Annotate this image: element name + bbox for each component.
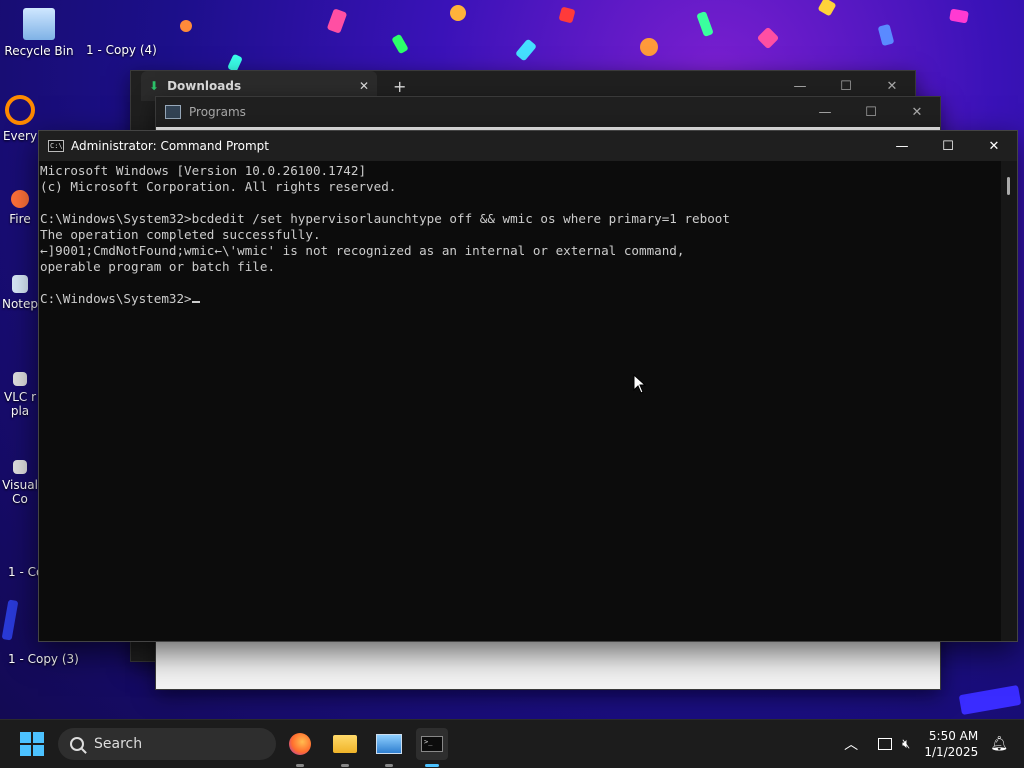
notepad-icon <box>12 275 28 293</box>
taskbar: Search >_ ︿ 🔇︎ 5:50 AM 1/1/2025 🔔︎ <box>0 719 1024 768</box>
close-icon[interactable]: ✕ <box>894 105 940 120</box>
taskbar-search-box[interactable]: Search <box>58 728 276 760</box>
taskbar-control-panel-button[interactable] <box>373 728 405 767</box>
desktop-icon-label: Co <box>12 492 28 506</box>
search-icon <box>70 737 84 751</box>
notifications-bell-icon[interactable]: 🔔︎ <box>990 736 1008 752</box>
console-prompt: C:\Windows\System32> <box>40 291 192 306</box>
taskbar-firefox-button[interactable] <box>284 728 316 767</box>
control-panel-icon <box>376 734 402 754</box>
taskbar-file-explorer-button[interactable] <box>329 728 361 767</box>
volume-muted-icon[interactable]: 🔇︎ <box>902 737 910 752</box>
desktop-icon-label: Fire <box>9 212 31 226</box>
desktop-icon-copy-3[interactable]: 1 - Copy (3) <box>8 652 79 666</box>
clock-date: 1/1/2025 <box>924 745 979 759</box>
minimize-icon[interactable]: — <box>777 79 823 94</box>
windows-logo-tile <box>33 745 44 756</box>
console-prompt-line[interactable]: C:\Windows\System32> <box>40 291 1001 307</box>
console-line: Microsoft Windows [Version 10.0.26100.17… <box>40 163 367 178</box>
search-placeholder: Search <box>94 736 143 752</box>
desktop-icon-notepad[interactable]: Notep <box>0 275 40 311</box>
network-icon[interactable] <box>878 738 893 750</box>
console-line: operable program or batch file. <box>40 259 276 274</box>
recycle-bin-icon <box>23 8 55 40</box>
everything-icon <box>5 95 35 125</box>
firefox-shortcut-icon <box>11 190 29 208</box>
windows-logo-icon <box>20 732 31 743</box>
file-explorer-icon <box>333 735 357 753</box>
desktop-icon-copy-4[interactable]: 1 - Copy (4) <box>86 43 157 57</box>
clock-time: 5:50 AM <box>928 729 979 743</box>
running-indicator <box>385 764 393 767</box>
console-scrollbar[interactable] <box>1001 161 1017 641</box>
console-line: ←]9001;CmdNotFound;wmic←\'wmic' is not r… <box>40 243 685 258</box>
command-prompt-window[interactable]: C:\ Administrator: Command Prompt — ☐ ✕ … <box>38 130 1018 642</box>
desktop-icon-label: VLC r <box>3 390 37 404</box>
console-output[interactable]: Microsoft Windows [Version 10.0.26100.17… <box>39 161 1001 641</box>
windows-logo-tile <box>33 732 44 743</box>
windows-logo-tile <box>20 745 31 756</box>
desktop-icon-visual-studio-code[interactable]: Visual Co <box>0 460 40 506</box>
minimize-icon[interactable]: — <box>802 105 848 120</box>
programs-window-title: Programs <box>189 105 246 119</box>
mouse-pointer-icon <box>633 374 647 394</box>
programs-window-icon <box>165 105 181 119</box>
active-indicator <box>425 764 439 767</box>
desktop-icon-firefox[interactable]: Fire <box>0 190 40 226</box>
desktop-icon-vlc[interactable]: VLC r pla <box>0 372 40 418</box>
text-cursor <box>191 301 200 303</box>
cmd-window-title: Administrator: Command Prompt <box>71 139 269 153</box>
scrollbar-thumb[interactable] <box>1007 177 1010 195</box>
running-indicator <box>296 764 304 767</box>
minimize-icon[interactable]: — <box>879 131 925 161</box>
new-tab-button[interactable]: + <box>393 77 406 96</box>
running-indicator <box>341 764 349 767</box>
taskbar-terminal-button[interactable]: >_ <box>416 728 448 767</box>
firefox-icon <box>289 733 311 755</box>
desktop-icon-label: Notep <box>1 297 39 311</box>
start-button[interactable] <box>20 732 44 756</box>
desktop-icon-label: Visual <box>2 478 38 492</box>
clock[interactable]: 5:50 AM 1/1/2025 <box>924 728 978 760</box>
desktop-icon-label: Recycle Bin <box>4 44 74 58</box>
terminal-icon: >_ <box>421 736 443 752</box>
cmd-titlebar[interactable]: C:\ Administrator: Command Prompt — ☐ ✕ <box>39 131 1017 161</box>
vlc-icon <box>13 372 27 386</box>
vscode-icon <box>13 460 27 474</box>
maximize-icon[interactable]: ☐ <box>925 131 971 161</box>
console-line: The operation completed successfully. <box>40 227 321 242</box>
desktop-icon-recycle-bin[interactable]: Recycle Bin <box>0 8 78 58</box>
show-hidden-icons-chevron-up-icon[interactable]: ︿ <box>844 734 858 754</box>
close-icon[interactable]: ✕ <box>971 131 1017 161</box>
system-tray: ︿ 🔇︎ 5:50 AM 1/1/2025 🔔︎ <box>844 720 1024 768</box>
close-tab-icon[interactable]: ✕ <box>359 79 369 93</box>
maximize-icon[interactable]: ☐ <box>823 79 869 94</box>
downloads-tab-title: Downloads <box>167 79 242 93</box>
close-icon[interactable]: ✕ <box>869 79 915 94</box>
cmd-app-icon: C:\ <box>48 140 64 152</box>
console-line: (c) Microsoft Corporation. All rights re… <box>40 179 397 194</box>
desktop-icon-everything[interactable]: Every <box>0 95 40 143</box>
desktop-icon-label: pla <box>10 404 30 418</box>
maximize-icon[interactable]: ☐ <box>848 105 894 120</box>
console-line: C:\Windows\System32>bcdedit /set hypervi… <box>40 211 730 226</box>
desktop-icon-label: Every <box>2 129 38 143</box>
downloads-tab-icon: ⬇ <box>149 79 160 93</box>
